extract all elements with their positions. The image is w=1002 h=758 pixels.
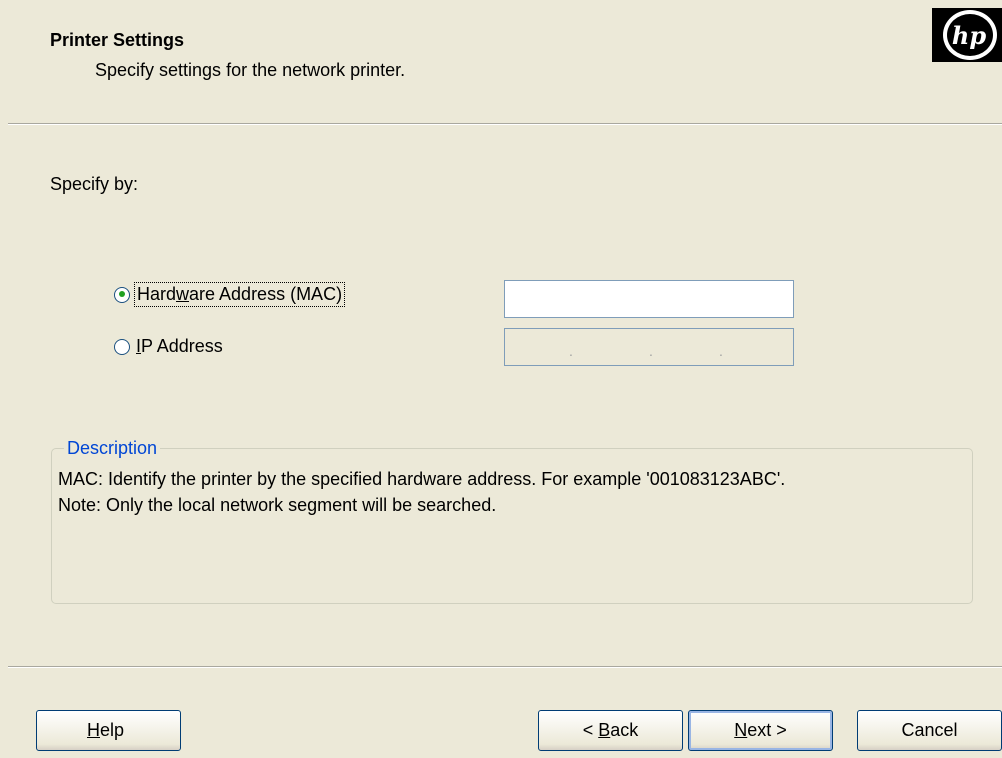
ip-separator: . (569, 343, 573, 359)
back-button[interactable]: < Back (538, 710, 683, 751)
radio-ip-address[interactable]: IP Address (114, 336, 223, 357)
page-subtitle: Specify settings for the network printer… (95, 60, 406, 80)
cancel-button[interactable]: Cancel (857, 710, 1002, 751)
radio-label-mac[interactable]: Hardware Address (MAC) (133, 282, 346, 307)
description-line-1: MAC: Identify the printer by the specifi… (58, 469, 786, 489)
ip-address-input: . . . (504, 328, 794, 366)
ip-separator: . (719, 343, 723, 359)
footer-divider (8, 666, 1002, 668)
mac-address-input[interactable] (504, 280, 794, 318)
radio-button-ip[interactable] (114, 338, 130, 355)
hp-logo-text: hp (952, 21, 986, 50)
description-legend: Description (64, 438, 161, 459)
specify-by-label: Specify by: (50, 174, 139, 194)
hp-logo: hp (932, 8, 1002, 62)
radio-label-ip[interactable]: IP Address (136, 336, 223, 357)
header-divider (8, 123, 1002, 125)
radio-hardware-address[interactable]: Hardware Address (MAC) (114, 282, 346, 307)
page-title: Printer Settings (50, 30, 185, 50)
description-text: MAC: Identify the printer by the specifi… (58, 466, 785, 518)
wizard-header: Printer Settings Specify settings for th… (0, 0, 1002, 124)
next-button[interactable]: Next > (688, 710, 833, 751)
ip-separator: . (649, 343, 653, 359)
description-line-2: Note: Only the local network segment wil… (58, 495, 497, 515)
help-button[interactable]: Help (36, 710, 181, 751)
radio-button-mac[interactable] (114, 286, 130, 303)
